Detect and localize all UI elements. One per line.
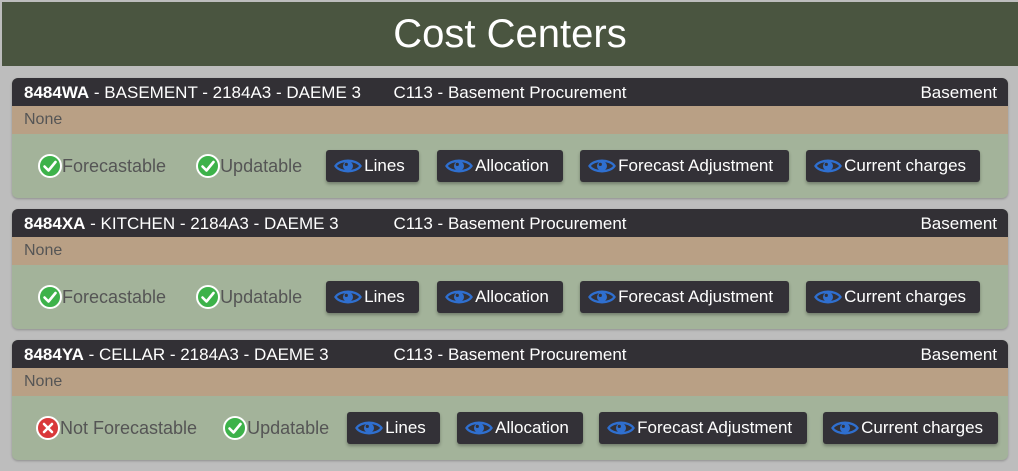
card-actions: Forecastable Updatable Lines Allocation … xyxy=(12,134,1008,198)
forecastable-status: Not Forecastable xyxy=(36,416,197,440)
eye-icon xyxy=(465,418,494,438)
allocation-button[interactable]: Allocation xyxy=(457,412,584,444)
forecastable-label: Forecastable xyxy=(62,155,167,176)
updatable-label: Updatable xyxy=(220,286,303,307)
lines-button-label: Lines xyxy=(364,287,405,306)
check-circle-icon xyxy=(223,416,248,440)
card-header: 8484YA - CELLAR - 2184A3 - DAEME 3 C113 … xyxy=(12,340,1008,368)
current-charges-button[interactable]: Current charges xyxy=(823,412,999,444)
check-circle-icon xyxy=(196,154,221,178)
forecastable-status: Forecastable xyxy=(38,154,166,178)
card-header: 8484XA - KITCHEN - 2184A3 - DAEME 3 C113… xyxy=(12,209,1008,237)
updatable-status: Updatable xyxy=(196,154,302,178)
forecast-adjustment-button-label: Forecast Adjustment xyxy=(618,156,774,175)
eye-icon xyxy=(334,156,363,176)
cost-center-card: 8484YA - CELLAR - 2184A3 - DAEME 3 C113 … xyxy=(12,340,1008,460)
check-circle-icon xyxy=(38,285,62,309)
current-charges-button-label: Current charges xyxy=(844,287,967,306)
updatable-label: Updatable xyxy=(247,417,330,438)
current-charges-button[interactable]: Current charges xyxy=(806,150,981,182)
allocation-button[interactable]: Allocation xyxy=(437,150,564,182)
eye-icon xyxy=(355,418,384,438)
cost-center-card: 8484XA - KITCHEN - 2184A3 - DAEME 3 C113… xyxy=(12,209,1008,329)
page-title: Cost Centers xyxy=(393,11,627,56)
card-actions: Forecastable Updatable Lines Allocation … xyxy=(12,265,1008,329)
updatable-label: Updatable xyxy=(220,155,303,176)
eye-icon xyxy=(814,156,843,176)
allocation-button[interactable]: Allocation xyxy=(437,281,564,313)
lines-button-label: Lines xyxy=(385,418,426,437)
procurement-label: C113 - Basement Procurement xyxy=(393,83,627,102)
card-actions: Not Forecastable Updatable Lines Allocat… xyxy=(12,396,1008,460)
forecast-adjustment-button[interactable]: Forecast Adjustment xyxy=(580,150,790,182)
cost-center-card: 8484WA - BASEMENT - 2184A3 - DAEME 3 C11… xyxy=(12,78,1008,198)
card-header: 8484WA - BASEMENT - 2184A3 - DAEME 3 C11… xyxy=(12,78,1008,106)
procurement-label: C113 - Basement Procurement xyxy=(393,345,627,364)
eye-icon xyxy=(445,287,474,307)
updatable-status: Updatable xyxy=(223,416,329,440)
location-label: Basement xyxy=(920,345,997,364)
card-note: None xyxy=(12,368,1008,396)
forecast-adjustment-button[interactable]: Forecast Adjustment xyxy=(580,281,790,313)
x-circle-icon xyxy=(36,416,60,440)
forecastable-status: Forecastable xyxy=(38,285,166,309)
eye-icon xyxy=(831,418,860,438)
check-circle-icon xyxy=(196,285,221,309)
eye-icon xyxy=(814,287,843,307)
current-charges-button-label: Current charges xyxy=(861,418,984,437)
forecast-adjustment-button-label: Forecast Adjustment xyxy=(618,287,774,306)
lines-button[interactable]: Lines xyxy=(326,281,420,313)
cost-center-list: 8484WA - BASEMENT - 2184A3 - DAEME 3 C11… xyxy=(12,78,1008,471)
card-note: None xyxy=(12,237,1008,265)
page-header: Cost Centers xyxy=(2,2,1018,66)
forecast-adjustment-button[interactable]: Forecast Adjustment xyxy=(599,412,808,444)
eye-icon xyxy=(334,287,363,307)
eye-icon xyxy=(607,418,636,438)
location-label: Basement xyxy=(920,214,997,233)
lines-button[interactable]: Lines xyxy=(347,412,441,444)
forecastable-label: Not Forecastable xyxy=(60,417,198,438)
check-circle-icon xyxy=(38,154,62,178)
allocation-button-label: Allocation xyxy=(475,287,549,306)
procurement-label: C113 - Basement Procurement xyxy=(393,214,627,233)
eye-icon xyxy=(445,156,474,176)
current-charges-button-label: Current charges xyxy=(844,156,967,175)
forecastable-label: Forecastable xyxy=(62,286,167,307)
updatable-status: Updatable xyxy=(196,285,302,309)
location-label: Basement xyxy=(920,83,997,102)
allocation-button-label: Allocation xyxy=(495,418,569,437)
lines-button-label: Lines xyxy=(364,156,405,175)
eye-icon xyxy=(588,287,617,307)
forecast-adjustment-button-label: Forecast Adjustment xyxy=(637,418,793,437)
allocation-button-label: Allocation xyxy=(475,156,549,175)
eye-icon xyxy=(588,156,617,176)
lines-button[interactable]: Lines xyxy=(326,150,420,182)
card-note: None xyxy=(12,106,1008,134)
current-charges-button[interactable]: Current charges xyxy=(806,281,981,313)
